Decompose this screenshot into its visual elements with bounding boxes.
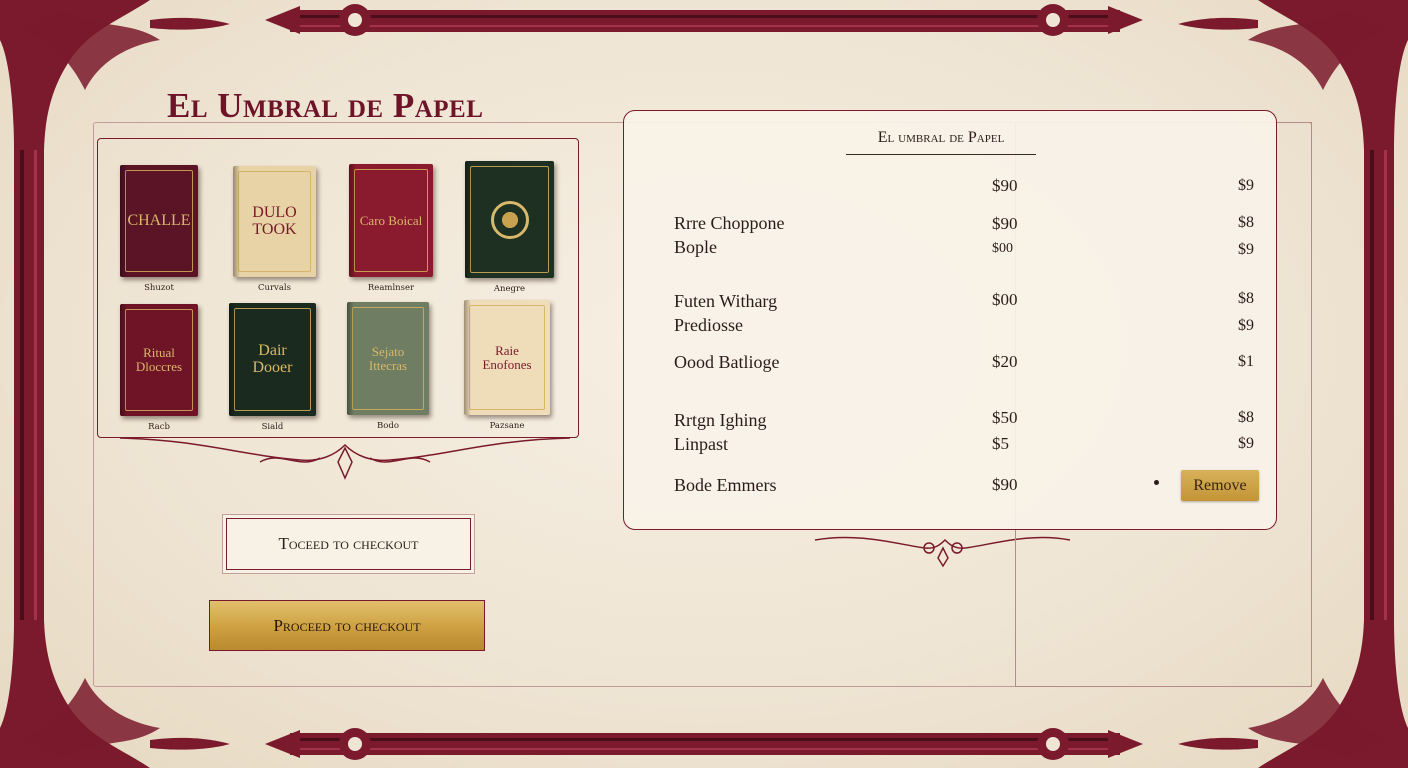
cart-item-price: $5 <box>992 434 1009 453</box>
cart-item-price: $00 <box>992 290 1018 309</box>
book-caption: Anegre <box>493 284 526 294</box>
cart-item-subtotal: $1 <box>1238 353 1254 370</box>
book-caption: Curvals <box>258 283 291 293</box>
cart-item-subtotal: $9 <box>1238 317 1254 334</box>
book-card[interactable]: Ritual Dloccres Racb <box>120 304 198 432</box>
book-card[interactable]: Sejato Ittecras Bodo <box>347 302 429 431</box>
book-caption: Bodo <box>377 421 399 431</box>
book-cover[interactable]: Raie Enofones <box>464 300 550 415</box>
cart-item-name: Rrtgn Ighing <box>674 410 767 430</box>
cart-item-name: Linpast <box>674 434 728 454</box>
proceed-to-checkout-button[interactable]: Proceed to checkout <box>209 600 485 651</box>
book-caption: Pazsane <box>489 421 525 431</box>
book-cover[interactable] <box>465 161 554 278</box>
cart-title: El umbral de Papel <box>846 129 1036 155</box>
book-cover-title: CHALLE <box>127 211 191 229</box>
book-cover[interactable]: Caro Boical <box>349 164 433 277</box>
book-cover[interactable]: Sejato Ittecras <box>347 302 429 415</box>
cart-item-price: $90 <box>992 475 1018 494</box>
book-cover-title: DULO TOOK <box>252 203 297 238</box>
book-cover[interactable]: CHALLE <box>120 165 198 277</box>
book-caption: Shuzot <box>144 283 174 293</box>
book-caption: Siald <box>261 422 284 432</box>
book-card[interactable]: Dair Dooer Siald <box>229 303 316 432</box>
cart-header-price: $90 <box>992 176 1018 195</box>
book-cover-title: Caro Boical <box>359 212 423 228</box>
cart-item-marker <box>1154 480 1159 485</box>
cart-item-subtotal: $8 <box>1238 409 1254 426</box>
cart-item-subtotal: $8 <box>1238 214 1254 231</box>
book-cover-title: Dair Dooer <box>252 341 293 376</box>
cart-item-price: $90 <box>992 214 1018 233</box>
cart-item-name: Futen Witharg <box>674 291 778 311</box>
cart-item-subtotal: $9 <box>1238 435 1254 452</box>
book-cover-title: Raie Enofones <box>482 342 532 372</box>
book-card[interactable]: Raie Enofones Pazsane <box>464 300 550 431</box>
cart-item-subtotal: $9 <box>1238 241 1254 258</box>
remove-button[interactable]: Remove <box>1181 470 1259 501</box>
book-cover[interactable]: Ritual Dloccres <box>120 304 198 416</box>
book-card[interactable]: Anegre <box>465 161 554 294</box>
book-card[interactable]: CHALLE Shuzot <box>120 165 198 293</box>
secondary-checkout-button[interactable]: Toceed to checkout <box>226 518 471 570</box>
cart-item-subtotal: $8 <box>1238 290 1254 307</box>
cart-item-name: Bople <box>674 237 717 257</box>
book-cover-title: Ritual Dloccres <box>135 345 183 374</box>
book-cover[interactable]: DULO TOOK <box>233 166 316 277</box>
store-title: El Umbral de Papel <box>167 86 484 125</box>
cart-item-name: Prediosse <box>674 315 743 335</box>
cart-item-price: $50 <box>992 408 1018 427</box>
book-emblem-icon <box>490 200 529 239</box>
book-caption: Racb <box>148 422 170 432</box>
cart-item-price: $20 <box>992 352 1018 371</box>
book-cover[interactable]: Dair Dooer <box>229 303 316 416</box>
cart-header-subtotal: $9 <box>1238 177 1254 194</box>
book-caption: Reamlnser <box>367 283 415 293</box>
cart-item-name: Rrre Choppone <box>674 213 785 233</box>
cart-item-name: Oood Batlioge <box>674 352 780 372</box>
book-cover-title: Sejato Ittecras <box>368 343 408 373</box>
book-card[interactable]: DULO TOOK Curvals <box>233 166 316 293</box>
cart-item-name: Bode Emmers <box>674 475 777 495</box>
book-card[interactable]: Caro Boical Reamlnser <box>349 164 433 293</box>
cart-item-price: $00 <box>992 241 1013 256</box>
